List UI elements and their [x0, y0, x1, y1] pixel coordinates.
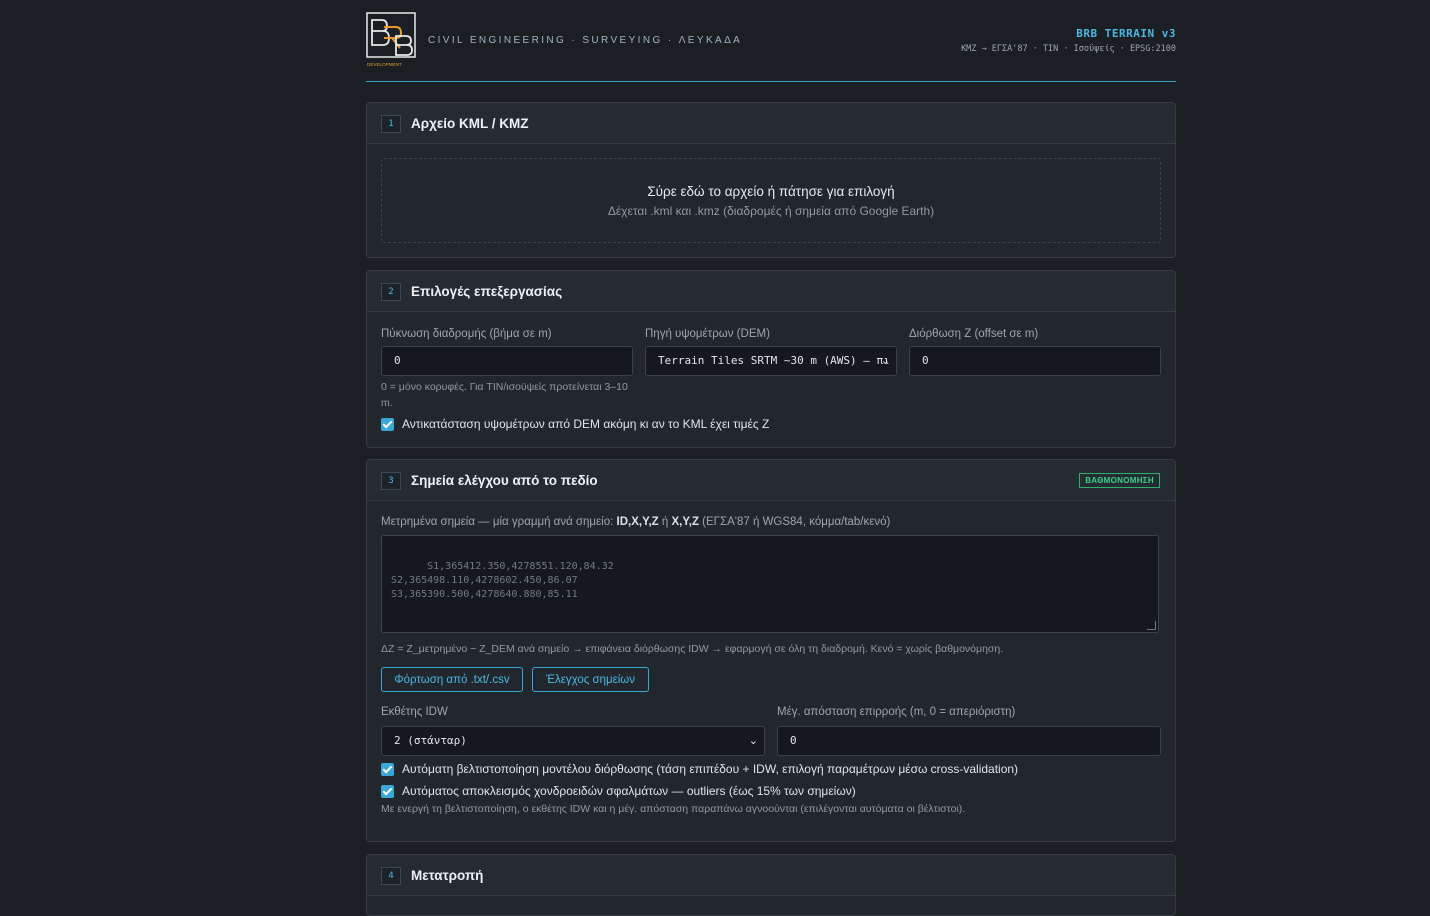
tagline: CIVIL ENGINEERING · SURVEYING · ΛΕΥΚΑΔΑ: [428, 35, 743, 46]
maxdist-label: Μέγ. απόσταση επιρροής (m, 0 = απεριόρισ…: [777, 706, 1016, 718]
app-subtitle: KMZ → ΕΓΣΑ'87 · TIN · Ισοϋψείς · EPSG:21…: [961, 44, 1176, 54]
step-3-header: 3 Σημεία ελέγχου από το πεδίο ΒΑΘΜΟΝΟΜΗΣ…: [367, 460, 1175, 501]
formula-hint: ΔZ = Z_μετρημένο − Z_DEM ανά σημείο → επ…: [381, 643, 1004, 655]
check-points-button[interactable]: Έλεγχος σημείων: [532, 667, 649, 692]
load-file-button[interactable]: Φόρτωση από .txt/.csv: [381, 667, 523, 692]
step-2-header: 2 Επιλογές επεξεργασίας: [367, 271, 1175, 312]
step-3-card: 3 Σημεία ελέγχου από το πεδίο ΒΑΘΜΟΝΟΜΗΣ…: [366, 459, 1176, 842]
file-dropzone[interactable]: Σύρε εδώ το αρχείο ή πάτησε για επιλογή …: [381, 158, 1161, 243]
auto-optimize-label: Αυτόματη βελτιστοποίηση μοντέλου διόρθωσ…: [402, 762, 1019, 776]
auto-optimize-checkbox[interactable]: [381, 762, 394, 776]
chevron-down-icon: ⌄: [748, 734, 758, 747]
step-4-title: Μετατροπή: [411, 868, 484, 883]
step-number: 4: [381, 867, 401, 885]
step-1-header: 1 Αρχείο KML / KMZ: [367, 103, 1175, 144]
app-header: DEVELOPMENT CIVIL ENGINEERING · SURVEYIN…: [366, 0, 1176, 82]
densify-hint: 0 = μόνο κορυφές. Για TIN/ισοϋψείς προτε…: [381, 381, 628, 409]
dropzone-sub-text: Δέχεται .kml και .kmz (διαδρομές ή σημεί…: [607, 204, 935, 218]
brb-logo: DEVELOPMENT: [366, 12, 416, 67]
step-3-title: Σημεία ελέγχου από το πεδίο: [411, 473, 598, 488]
dem-select[interactable]: Terrain Tiles SRTM ~30 m (AWS) — πι ⌄: [645, 346, 897, 376]
textarea-placeholder: S1,365412.350,4278551.120,84.32 S2,36549…: [391, 561, 614, 600]
offset-input[interactable]: 0: [909, 346, 1161, 376]
idw-label: Εκθέτης IDW: [381, 706, 448, 718]
step-4-header: 4 Μετατροπή: [367, 855, 1175, 896]
offset-label: Διόρθωση Z (offset σε m): [909, 328, 1039, 340]
optimization-hint: Με ενεργή τη βελτιστοποίηση, ο εκθέτης I…: [381, 803, 966, 815]
step-1-title: Αρχείο KML / KMZ: [411, 116, 529, 131]
chevron-down-icon: ⌄: [880, 354, 890, 367]
app-title: BRB TERRAIN v3: [1076, 27, 1176, 40]
idw-select[interactable]: 2 (στάνταρ) ⌄: [381, 726, 765, 756]
densify-input[interactable]: 0: [381, 346, 633, 376]
idw-select-value: 2 (στάνταρ): [394, 734, 467, 747]
densify-label: Πύκνωση διαδρομής (βήμα σε m): [381, 328, 552, 340]
replace-z-checkbox[interactable]: [381, 417, 394, 431]
app-branding: BRB TERRAIN v3 KMZ → ΕΓΣΑ'87 · TIN · Ισο…: [961, 27, 1176, 54]
dropzone-main-text: Σύρε εδώ το αρχείο ή πάτησε για επιλογή: [647, 184, 895, 199]
control-points-textarea[interactable]: S1,365412.350,4278551.120,84.32 S2,36549…: [381, 535, 1159, 633]
step-2-title: Επιλογές επεξεργασίας: [411, 284, 563, 299]
dem-label: Πηγή υψομέτρων (DEM): [645, 328, 770, 340]
step-number: 3: [381, 472, 401, 490]
logo-caption: DEVELOPMENT: [367, 62, 402, 67]
step-number: 2: [381, 283, 401, 301]
outliers-row[interactable]: Αυτόματος αποκλεισμός χονδροειδών σφαλμά…: [381, 784, 856, 798]
auto-optimize-row[interactable]: Αυτόματη βελτιστοποίηση μοντέλου διόρθωσ…: [381, 762, 1018, 776]
resize-handle-icon[interactable]: [1147, 621, 1156, 630]
step-2-card: 2 Επιλογές επεξεργασίας Πύκνωση διαδρομή…: [366, 270, 1176, 448]
replace-z-label: Αντικατάσταση υψομέτρων από DEM ακόμη κι…: [402, 417, 770, 431]
step-number: 1: [381, 115, 401, 133]
dem-select-value: Terrain Tiles SRTM ~30 m (AWS) — πι: [658, 354, 890, 367]
replace-z-row[interactable]: Αντικατάσταση υψομέτρων από DEM ακόμη κι…: [381, 417, 769, 431]
calibration-badge: ΒΑΘΜΟΝΟΜΗΣΗ: [1079, 473, 1160, 488]
page-container: DEVELOPMENT CIVIL ENGINEERING · SURVEYIN…: [366, 0, 1176, 916]
step-4-card: 4 Μετατροπή: [366, 854, 1176, 916]
outliers-checkbox[interactable]: [381, 784, 394, 798]
maxdist-input[interactable]: 0: [777, 726, 1161, 756]
step-1-card: 1 Αρχείο KML / KMZ Σύρε εδώ το αρχείο ή …: [366, 102, 1176, 258]
points-label: Μετρημένα σημεία — μία γραμμή ανά σημείο…: [381, 516, 891, 528]
outliers-label: Αυτόματος αποκλεισμός χονδροειδών σφαλμά…: [402, 784, 856, 798]
